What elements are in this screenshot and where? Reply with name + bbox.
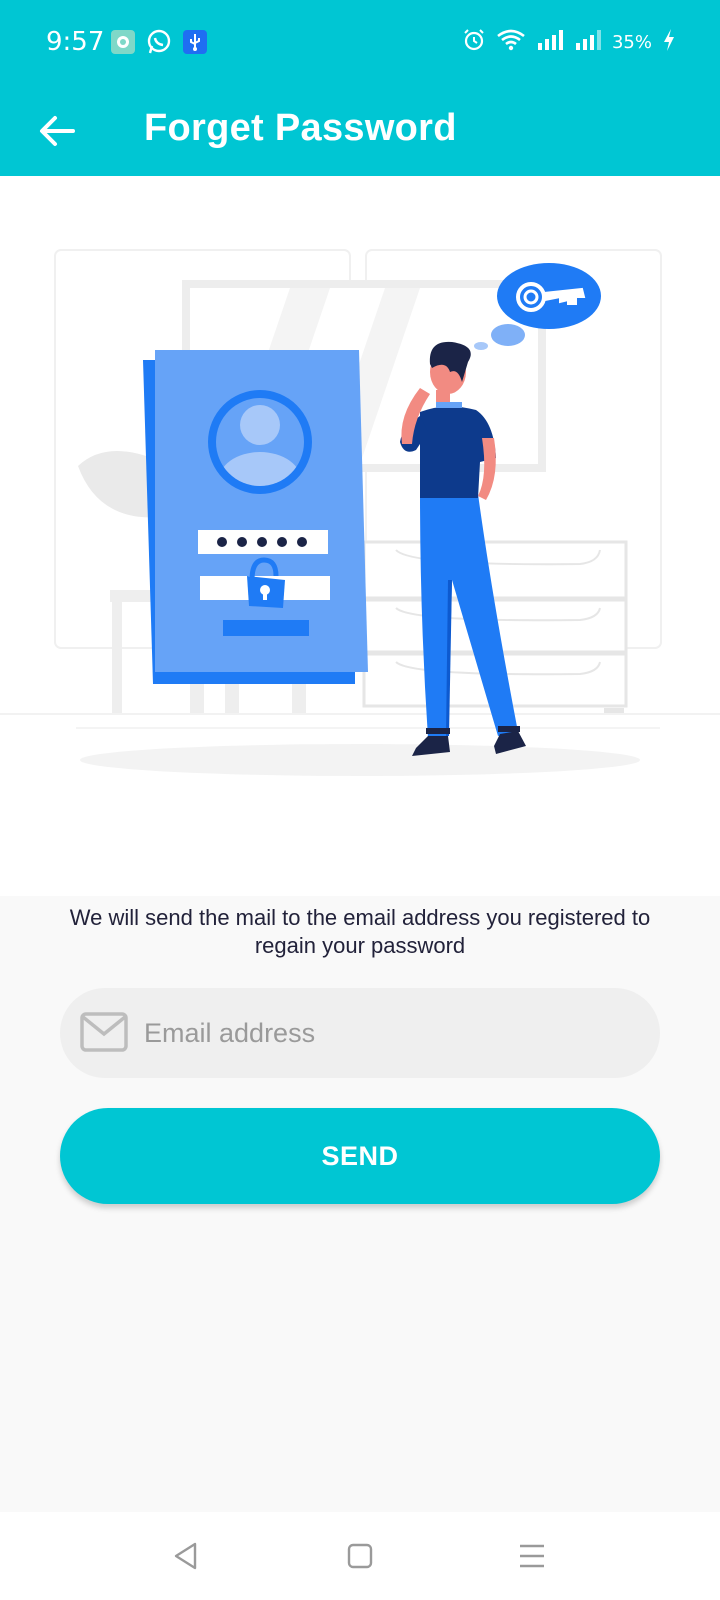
home-square-icon	[347, 1543, 373, 1569]
usb-icon	[182, 29, 208, 60]
arrow-left-icon	[40, 116, 75, 146]
back-button[interactable]	[30, 104, 84, 158]
send-button[interactable]: SEND	[60, 1108, 660, 1204]
signal-icon	[574, 29, 602, 56]
status-bar: 9:57 35%	[0, 0, 720, 86]
whatsapp-icon	[146, 29, 172, 60]
status-time: 9:57	[46, 27, 105, 57]
system-nav-bar	[0, 1512, 720, 1600]
app-notification-icon	[110, 29, 136, 60]
app-bar: Forget Password	[0, 86, 720, 176]
email-field[interactable]	[60, 988, 660, 1078]
charging-icon	[662, 28, 676, 57]
nav-menu-button[interactable]	[510, 1534, 554, 1578]
status-system-icons: 35%	[462, 28, 676, 57]
signal-icon	[536, 29, 564, 56]
email-input[interactable]	[144, 1008, 624, 1058]
nav-back-button[interactable]	[164, 1534, 208, 1578]
forgot-password-illustration	[0, 176, 720, 896]
status-notification-icons	[110, 29, 208, 60]
instruction-text: We will send the mail to the email addre…	[69, 905, 651, 958]
alarm-icon	[462, 28, 486, 57]
reset-form: We will send the mail to the email addre…	[0, 896, 720, 1512]
mail-icon	[80, 1012, 128, 1057]
nav-home-button[interactable]	[338, 1534, 382, 1578]
wifi-icon	[496, 28, 526, 57]
back-triangle-icon	[174, 1542, 197, 1570]
battery-level: 35%	[611, 32, 652, 53]
page-title: Forget Password	[144, 107, 457, 149]
menu-lines-icon	[520, 1544, 544, 1568]
